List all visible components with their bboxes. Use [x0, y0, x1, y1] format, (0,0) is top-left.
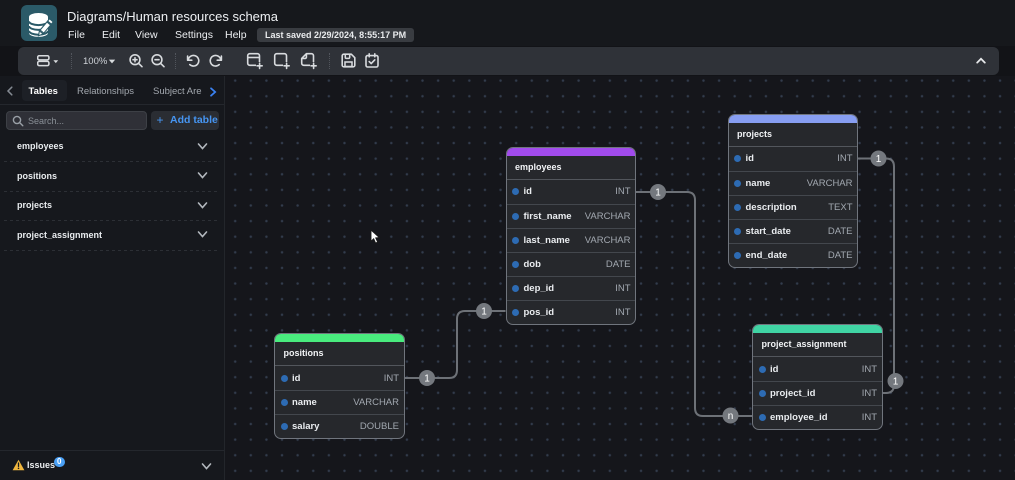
svg-text:1: 1 [876, 154, 882, 165]
svg-text:1: 1 [481, 307, 487, 318]
svg-text:1: 1 [424, 374, 430, 385]
svg-text:1: 1 [893, 377, 899, 388]
svg-text:n: n [728, 411, 734, 422]
svg-text:1: 1 [655, 188, 661, 199]
